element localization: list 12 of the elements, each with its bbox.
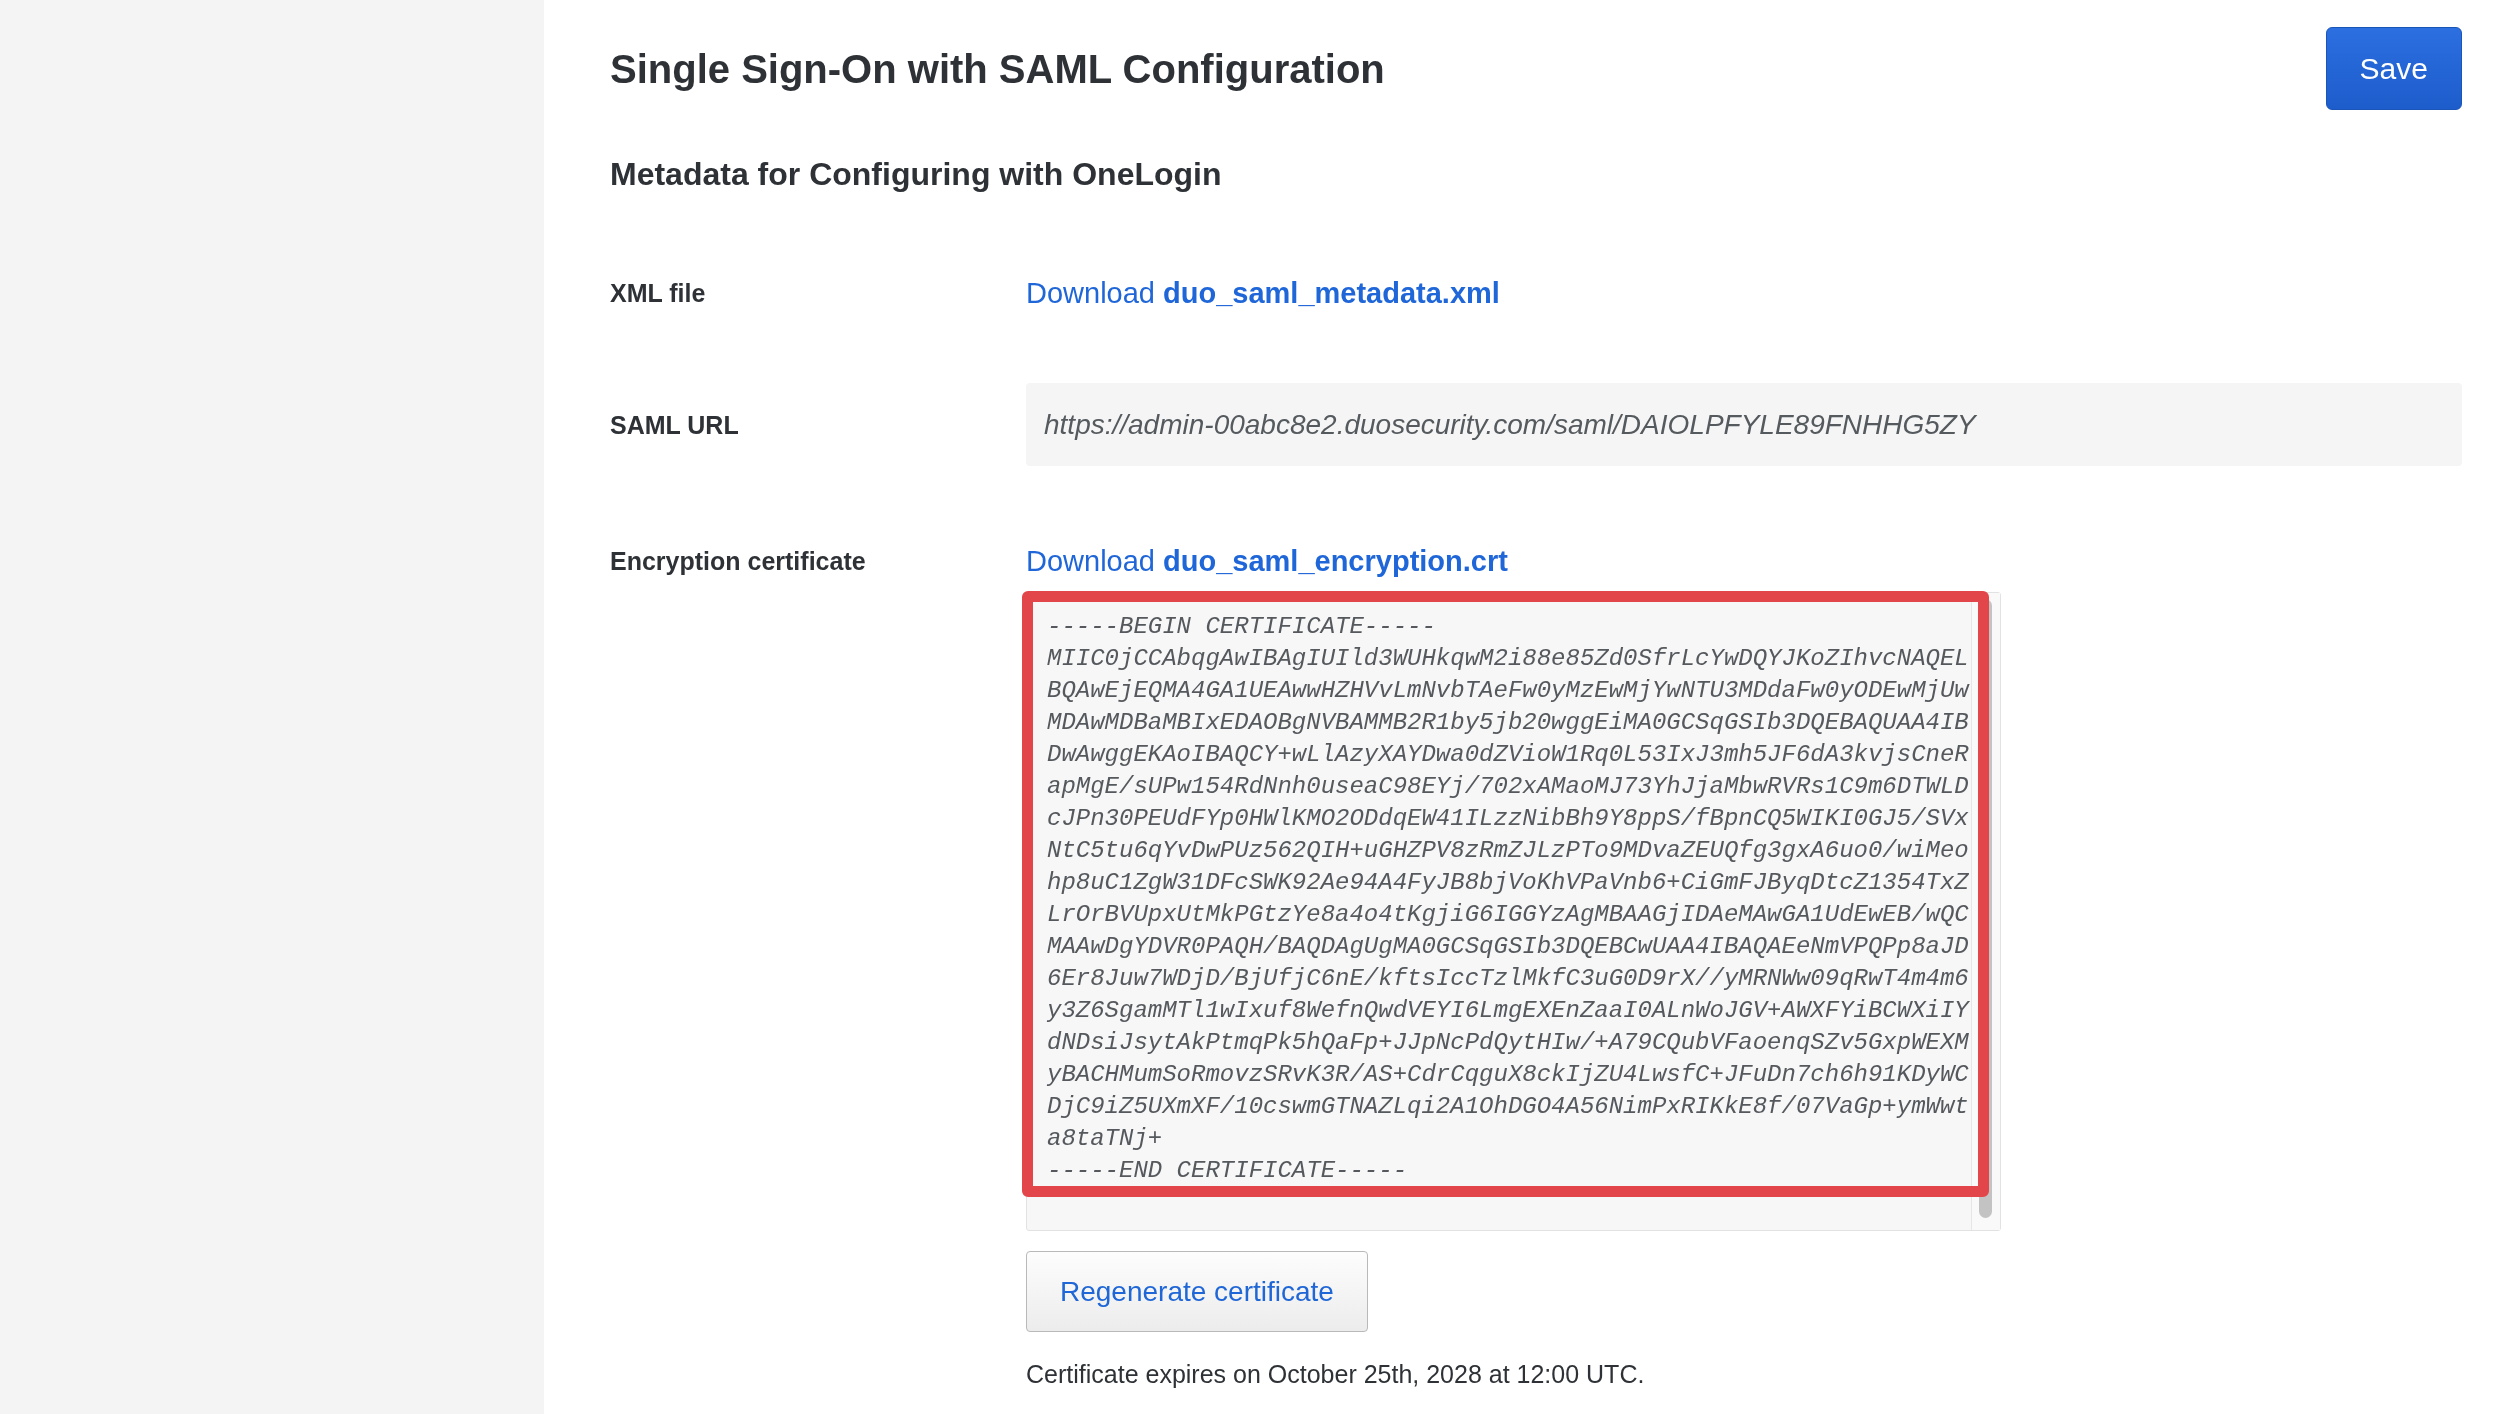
download-link[interactable]: Download duo_saml_encryption.crt — [1026, 541, 1508, 581]
field-label: SAML URL — [610, 409, 739, 441]
url-field[interactable]: https://admin-00abc8e2.duosecurity.com/saml/DAIOLPFYLE89FNHHG5ZY — [1026, 383, 2462, 466]
field-label: XML file — [610, 278, 706, 309]
save-button[interactable]: Save — [2325, 27, 2462, 110]
field-label: Encryption certificate — [610, 546, 866, 577]
section-title: Metadata for Configuring with OneLogin — [610, 155, 1222, 194]
expiry-note: Certificate expires on October 25th, 2028 at 12:00 UTC. — [1026, 1359, 1645, 1390]
download-link[interactable]: Download duo_saml_metadata.xml — [1026, 273, 1500, 313]
certificate-field[interactable]: -----BEGIN CERTIFICATE----- MIIC0jCCAbqgAwIBAgIUIld3WUHkqwM2i88e85Zd0SfrLcYwDQYJKoZIhvcNAQEL BQAwEjEQMA4GA1UEAwwHZHVvLmNvbTAeFw0yMzEwMjYwNTU3MDdaFw0yODEwMjUw MDAwMDBaMBIxEDAOBgNVBAMMB2R1by5jb20wggEiMA0GCSqGSIb3DQEBAQUAA4IB DwAwggEKAoIBAQCY+wLlAzyXAYDwa0dZVioW1Rq0L53IxJ3mh5JF6dA3kvjsCneR apMgE/sUPw154RdNnh0useaC98EYj/702xAMaoMJ73YhJjaMbwRVRs1C9m6DTWLD cJPn30PEUdFYp0HWlKMO2ODdqEW41ILzzNibBh9Y8ppS/fBpnCQ5WIKI0GJ5/SVx NtC5tu6qYvDwPUz562QIH+uGHZPV8zRmZJLzPTo9MDvaZEUQfg3gxA6uo0/wiMeo hp8uC1ZgW31DFcSWK92Ae94A4FyJB8bjVoKhVPaVnb6+CiGmFJByqDtcZ1354TxZ LrOrBVUpxUtMkPGtzYe8a4o4tKgjiG6IGGYzAgMBAAGjIDAeMAwGA1UdEwEB/wQC MAAwDgYDVR0PAQH/BAQDAgUgMA0GCSqGSIb3DQEBCwUAA4IBAQAEeNmVPQPp8aJD 6Er8Juw7WDjD/BjUfjC6nE/kftsIccTzlMkfC3uG0D9rX//yMRNWw09qRwT4m4m6 y3Z6SgamMTl1wIxuf8WefnQwdVEYI6LmgEXEnZaaI0ALnWoJGV+AWXFYiBCWXiIY dNDsiJsytAkPtmqPk5hQaFp+JJpNcPdQytHIw/+A79CQubVFaoenqSZv5GxpWEXM yBACHMumSoRmovzSRvK3R/AS+CdrCqguX8ckIjZU4LwsfC+JFuDn7ch6h91KDyWC DjC9iZ5UXmXF/10cswmGTNAZLqi2A1OhDGO4A56NimPxRIKkE8f/07VaGp+ymWwt a8taTNj+ -----END CERTIFICATE----- — [1026, 592, 2001, 1231]
page-title: Single Sign-On with SAML Configuration — [610, 45, 1385, 92]
regenerate-button[interactable]: Regenerate certificate — [1026, 1251, 1368, 1332]
